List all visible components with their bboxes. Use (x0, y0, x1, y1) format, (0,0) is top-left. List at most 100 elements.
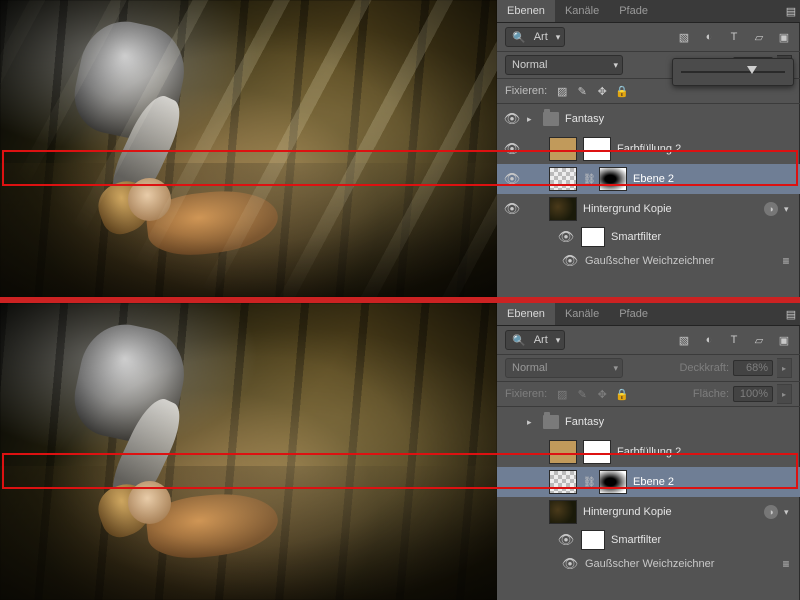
smartfilter-gaussian[interactable]: 👁 Gaußscher Weichzeichner ≡ (497, 553, 800, 575)
lock-all-icon[interactable]: 🔒 (615, 84, 629, 98)
layer-name: Fantasy (565, 416, 794, 428)
filter-kind-select[interactable]: 🔍 Art ▾ (505, 330, 565, 350)
filter-options-icon[interactable]: ≡ (778, 557, 794, 571)
layer-bg-copy[interactable]: Hintergrund Kopie ◑ ▾ (497, 497, 800, 527)
visibility-toggle[interactable]: 👁 (503, 200, 521, 218)
filter-options-icon[interactable]: ≡ (778, 254, 794, 268)
layer-bg-copy[interactable]: 👁 Hintergrund Kopie ◑ ▾ (497, 194, 800, 224)
layer-rays[interactable]: 👁 ⛓ Ebene 2 (497, 164, 800, 194)
layer-mask-thumb (583, 137, 611, 161)
blend-mode-value: Normal (512, 362, 547, 374)
blend-mode-select[interactable]: Normal ▾ (505, 55, 623, 75)
mask-link-icon[interactable]: ⛓ (583, 477, 593, 488)
lock-label: Fixieren: (505, 85, 547, 97)
disclosure-icon[interactable]: ▾ (784, 507, 794, 518)
layer-fill[interactable]: 👁 Farbfüllung 2 (497, 134, 800, 164)
chevron-updown-icon: ▾ (556, 335, 561, 346)
panel-tabs: Ebenen Kanäle Pfade ▤ (497, 303, 800, 326)
disclosure-icon[interactable]: ▾ (784, 204, 794, 215)
visibility-toggle[interactable]: 👁 (561, 252, 579, 270)
tab-paths[interactable]: Pfade (609, 0, 658, 22)
folder-icon (543, 112, 559, 126)
layer-thumb (549, 440, 577, 464)
filter-adjust-icon[interactable]: ◐ (701, 332, 717, 348)
layer-smartfilters[interactable]: 👁 Smartfilter (497, 527, 800, 553)
canvas-bottom[interactable] (0, 303, 497, 600)
chevron-down-icon: ▾ (613, 363, 618, 374)
layer-name: Fantasy (565, 113, 794, 125)
filter-kind-label: Art (534, 31, 548, 43)
filter-type-icon[interactable]: T (726, 332, 742, 348)
layer-rays[interactable]: ⛓ Ebene 2 (497, 467, 800, 497)
blend-row: Normal ▾ Deckkraft: 68% ▸ (497, 355, 800, 382)
visibility-toggle[interactable]: 👁 (503, 110, 521, 128)
visibility-toggle[interactable]: 👁 (557, 228, 575, 246)
layer-mask-thumb (583, 440, 611, 464)
fill-value: 100% (733, 386, 773, 402)
lock-position-icon: ✥ (595, 387, 609, 401)
layer-thumb (549, 500, 577, 524)
panel-tabs: Ebenen Kanäle Pfade ▤ (497, 0, 800, 23)
lock-transparent-icon: ▨ (555, 387, 569, 401)
layer-thumb (549, 137, 577, 161)
bottom-variant: Ebenen Kanäle Pfade ▤ 🔍 Art ▾ ▧ ◐ T ▱ ▣ (0, 303, 800, 600)
tab-layers[interactable]: Ebenen (497, 303, 555, 325)
layer-group-fantasy[interactable]: 👁 ▸ Fantasy (497, 104, 800, 134)
lock-all-icon: 🔒 (615, 387, 629, 401)
lock-row: Fixieren: ▨ ✎ ✥ 🔒 Fläche: 100% ▸ (497, 382, 800, 407)
layer-thumb (549, 167, 577, 191)
layer-name: Farbfüllung 2 (617, 446, 794, 458)
filter-smart-icon[interactable]: ▣ (776, 29, 792, 45)
tab-layers[interactable]: Ebenen (497, 0, 555, 22)
layer-group-fantasy[interactable]: ▸ Fantasy (497, 407, 800, 437)
lock-pixels-icon: ✎ (575, 387, 589, 401)
visibility-toggle[interactable] (503, 503, 521, 521)
visibility-toggle[interactable] (503, 413, 521, 431)
visibility-toggle[interactable]: 👁 (503, 140, 521, 158)
visibility-toggle[interactable] (503, 473, 521, 491)
smart-object-icon[interactable]: ◑ (764, 505, 778, 519)
layer-smartfilters[interactable]: 👁 Smartfilter (497, 224, 800, 250)
opacity-slider-popup[interactable] (672, 58, 794, 86)
lock-transparent-icon[interactable]: ▨ (555, 84, 569, 98)
filter-adjust-icon[interactable]: ◐ (701, 29, 717, 45)
filter-shape-icon[interactable]: ▱ (751, 332, 767, 348)
tab-channels[interactable]: Kanäle (555, 303, 609, 325)
layer-list: 👁 ▸ Fantasy 👁 Farbfüllung 2 👁 ⛓ (497, 104, 800, 297)
smart-object-icon[interactable]: ◑ (764, 202, 778, 216)
layer-name: Hintergrund Kopie (583, 203, 758, 215)
layer-name: Smartfilter (611, 231, 794, 243)
smartfilter-gaussian[interactable]: 👁 Gaußscher Weichzeichner ≡ (497, 250, 800, 272)
top-variant: Ebenen Kanäle Pfade ▤ 🔍 Art ▾ ▧ ◐ T ▱ ▣ (0, 0, 800, 297)
tab-paths[interactable]: Pfade (609, 303, 658, 325)
filter-kind-select[interactable]: 🔍 Art ▾ (505, 27, 565, 47)
filter-name: Gaußscher Weichzeichner (585, 558, 772, 570)
lock-position-icon[interactable]: ✥ (595, 84, 609, 98)
panel-menu-icon[interactable]: ▤ (782, 303, 800, 325)
filter-shape-icon[interactable]: ▱ (751, 29, 767, 45)
layer-mask-thumb (599, 167, 627, 191)
layer-fill[interactable]: Farbfüllung 2 (497, 437, 800, 467)
disclosure-icon[interactable]: ▸ (527, 417, 537, 428)
lock-pixels-icon[interactable]: ✎ (575, 84, 589, 98)
chevron-updown-icon: ▾ (556, 32, 561, 43)
filter-pixel-icon[interactable]: ▧ (676, 29, 692, 45)
visibility-toggle[interactable]: 👁 (557, 531, 575, 549)
opacity-slider-knob[interactable] (747, 66, 757, 74)
layer-filter-row: 🔍 Art ▾ ▧ ◐ T ▱ ▣ (497, 23, 800, 52)
filter-type-icon[interactable]: T (726, 29, 742, 45)
fill-label: Fläche: (693, 388, 729, 400)
layer-name: Smartfilter (611, 534, 794, 546)
layer-name: Farbfüllung 2 (617, 143, 794, 155)
canvas-top[interactable] (0, 0, 497, 297)
filter-smart-icon[interactable]: ▣ (776, 332, 792, 348)
tab-channels[interactable]: Kanäle (555, 0, 609, 22)
disclosure-icon[interactable]: ▸ (527, 114, 537, 125)
visibility-toggle[interactable]: 👁 (503, 170, 521, 188)
filter-pixel-icon[interactable]: ▧ (676, 332, 692, 348)
visibility-toggle[interactable] (503, 443, 521, 461)
panel-menu-icon[interactable]: ▤ (782, 0, 800, 22)
layers-panel-top: Ebenen Kanäle Pfade ▤ 🔍 Art ▾ ▧ ◐ T ▱ ▣ (497, 0, 800, 297)
visibility-toggle[interactable]: 👁 (561, 555, 579, 573)
mask-link-icon[interactable]: ⛓ (583, 174, 593, 185)
